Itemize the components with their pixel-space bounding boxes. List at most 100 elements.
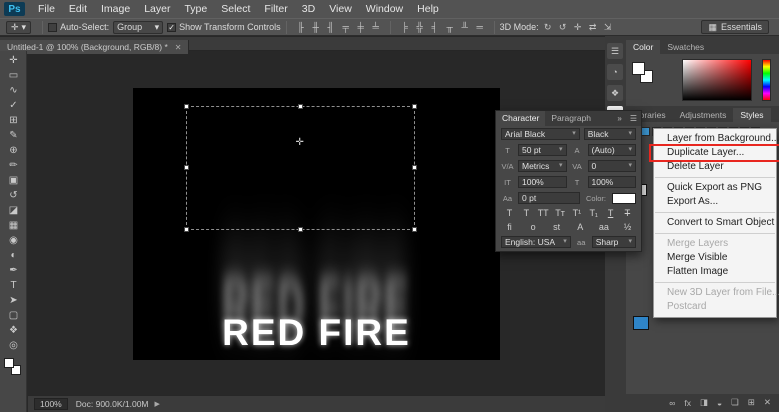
foreground-background-swatches[interactable] [0,357,27,379]
hue-slider[interactable] [762,59,771,101]
document-canvas[interactable]: RED FIRE RED FIRE RED FIRE ✛ [133,88,500,360]
menu-window[interactable]: Window [359,0,410,18]
menu-item-layer-from-background[interactable]: Layer from Background... [654,132,779,146]
3d-drag-icon[interactable]: ✛ [572,22,584,33]
contextual-alternates-button[interactable]: o [527,222,540,232]
tab-color[interactable]: Color [626,40,661,54]
auto-select-checkbox[interactable] [48,22,58,32]
leading-input[interactable]: (Auto) ▾ [587,144,636,156]
distribute-bottom-icon[interactable]: ═ [474,22,486,32]
fractions-button[interactable]: ½ [621,222,634,232]
transform-selection-box[interactable]: ✛ [184,104,417,232]
panel-menu-icon[interactable]: ☰ [626,114,641,123]
menu-item-quick-export-png[interactable]: Quick Export as PNG [654,181,776,195]
align-hcenter-icon[interactable]: ╫ [310,22,322,32]
tool-dodge[interactable]: ◐ [0,248,27,263]
foreground-color-swatch[interactable] [4,358,14,368]
align-top-icon[interactable]: ╤ [340,22,352,32]
language-dropdown[interactable]: English: USA ▾ [501,236,571,248]
font-size-input[interactable]: 50 pt ▾ [518,144,567,156]
layer-style-fx-icon[interactable]: fx [684,398,691,408]
baseline-shift-input[interactable]: 0 pt [518,192,580,204]
small-caps-button[interactable]: Tᴛ [554,208,567,218]
tool-rectangle[interactable]: ▢ [0,308,27,323]
tool-quick-selection[interactable]: ✓ [0,98,27,113]
saturation-brightness-picker[interactable] [682,59,752,101]
tool-zoom[interactable]: ◎ [0,338,27,353]
menu-type[interactable]: Type [177,0,214,18]
tracking-input[interactable]: 0 ▾ [587,160,636,172]
all-caps-button[interactable]: TT [537,208,550,218]
anti-alias-dropdown[interactable]: Sharp ▾ [591,236,636,248]
distribute-right-icon[interactable]: ╡ [429,22,441,32]
3d-scale-icon[interactable]: ⇲ [602,22,614,33]
style-preset[interactable] [641,126,650,136]
tab-swatches[interactable]: Swatches [660,40,711,54]
tool-gradient[interactable]: ▦ [0,218,27,233]
auto-select-target-dropdown[interactable]: Group ▾ [113,20,164,34]
status-options-arrow-icon[interactable]: ▶ [155,400,160,408]
superscript-button[interactable]: T¹ [570,208,583,218]
menu-view[interactable]: View [322,0,359,18]
transform-handle[interactable] [412,165,417,170]
zoom-level-input[interactable]: 100% [34,398,68,410]
menu-filter[interactable]: Filter [257,0,294,18]
align-vcenter-icon[interactable]: ╪ [355,22,367,32]
tool-hand[interactable]: ❖ [0,323,27,338]
collapse-panel-icon[interactable]: » [613,114,625,123]
adjustment-layer-icon[interactable]: ◒ [717,398,722,408]
tab-paragraph[interactable]: Paragraph [545,111,597,126]
faux-italic-button[interactable]: T [520,208,533,218]
layer-mask-icon[interactable]: ◨ [700,397,708,408]
tool-type[interactable]: T [0,278,27,293]
new-layer-icon[interactable]: ⊞ [748,397,755,408]
menu-item-export-as[interactable]: Export As... [654,195,776,209]
strikethrough-button[interactable]: T [621,208,634,218]
stylistic-alternates-button[interactable]: aa [597,222,610,232]
properties-panel-icon[interactable]: ❖ [607,85,623,101]
transform-handle[interactable] [184,104,189,109]
tool-brush[interactable]: ✏ [0,158,27,173]
tab-adjustments[interactable]: Adjustments [673,108,734,122]
transform-handle[interactable] [297,227,303,232]
tool-rectangular-marquee[interactable]: ▭ [0,68,27,83]
3d-slide-icon[interactable]: ⇄ [587,22,599,33]
transform-handle[interactable] [412,104,417,109]
close-icon[interactable]: ✕ [175,43,182,52]
tool-preset-dropdown[interactable]: ✛ ▾ [6,20,32,34]
layer-thumbnail-selected[interactable] [633,316,649,330]
vertical-scale-input[interactable]: 100% [518,176,567,188]
transform-handle[interactable] [184,227,189,232]
font-family-dropdown[interactable]: Arial Black ▾ [501,128,580,140]
tool-pen[interactable]: ✒ [0,263,27,278]
distribute-left-icon[interactable]: ╞ [399,22,411,32]
new-group-icon[interactable]: ❏ [731,397,739,408]
transform-handle[interactable] [184,165,189,170]
menu-3d[interactable]: 3D [295,0,322,18]
horizontal-scale-input[interactable]: 100% [587,176,636,188]
link-layers-icon[interactable]: ∞ [669,398,675,408]
menu-select[interactable]: Select [214,0,257,18]
menu-file[interactable]: File [31,0,62,18]
menu-help[interactable]: Help [410,0,446,18]
align-left-icon[interactable]: ╟ [295,22,307,32]
menu-item-convert-smart-object[interactable]: Convert to Smart Object [654,216,776,230]
tool-blur[interactable]: ◉ [0,233,27,248]
tab-character[interactable]: Character [496,111,546,126]
workspace-switcher[interactable]: ▦ Essentials [701,20,769,34]
distribute-hcenter-icon[interactable]: ╬ [414,22,426,32]
history-panel-icon[interactable]: ◔ [607,64,623,80]
menu-item-delete-layer[interactable]: Delete Layer [654,160,776,174]
panel-menu-icon[interactable]: ☰ [607,43,623,59]
tool-eraser[interactable]: ◪ [0,203,27,218]
document-tab[interactable]: Untitled-1 @ 100% (Background, RGB/8) * … [0,40,190,54]
faux-bold-button[interactable]: T [503,208,516,218]
tab-styles[interactable]: Styles [733,108,771,122]
transform-handle[interactable] [412,227,417,232]
delete-layer-icon[interactable]: ✕ [764,397,771,408]
fg-bg-color-swatches[interactable] [632,62,656,86]
tool-history-brush[interactable]: ↺ [0,188,27,203]
tool-clone-stamp[interactable]: ▣ [0,173,27,188]
tool-crop[interactable]: ⊞ [0,113,27,128]
tool-lasso[interactable]: ∿ [0,83,27,98]
